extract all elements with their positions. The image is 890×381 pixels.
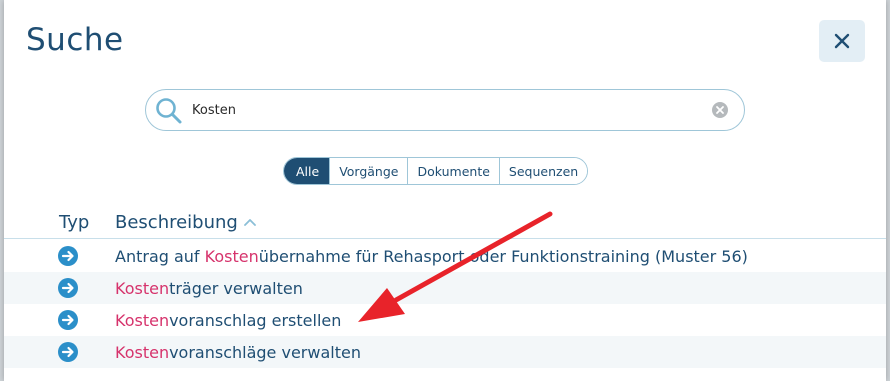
filter-all[interactable]: Alle (284, 158, 330, 184)
table-row[interactable]: Kostenvoranschlag erstellen (4, 304, 886, 336)
dialog-title: Suche (26, 22, 124, 58)
search-field[interactable]: Kosten (145, 89, 745, 131)
row-rest: voranschlag erstellen (169, 310, 342, 330)
close-button[interactable] (819, 20, 865, 62)
row-match: Kosten (115, 278, 170, 298)
filter-dokumente[interactable]: Dokumente (407, 158, 499, 184)
table-row[interactable]: Antrag auf Kostenübernahme für Rehasport… (4, 240, 886, 272)
close-icon (834, 33, 850, 49)
table-row[interactable]: Kostenträger verwalten (4, 272, 886, 304)
row-description: Kostenträger verwalten (115, 279, 303, 298)
row-rest: träger verwalten (169, 278, 303, 298)
row-description: Kostenvoranschläge verwalten (115, 343, 361, 362)
filter-tabs: Alle Vorgänge Dokumente Sequenzen (283, 157, 589, 185)
arrow-right-circle-icon[interactable] (58, 342, 78, 362)
search-dialog: Suche Kosten Alle Vorgänge Dokumente Seq… (4, 0, 886, 381)
row-rest: voranschläge verwalten (169, 342, 361, 362)
search-icon (156, 98, 182, 124)
header-divider (4, 238, 886, 239)
row-rest: übernahme für Rehasport oder Funktionstr… (258, 246, 748, 266)
arrow-right-circle-icon[interactable] (58, 310, 78, 330)
chevron-up-icon[interactable] (243, 217, 257, 227)
search-input[interactable]: Kosten (192, 103, 236, 118)
column-header-beschreibung[interactable]: Beschreibung (115, 212, 238, 233)
filter-sequenzen[interactable]: Sequenzen (498, 158, 588, 184)
row-description: Antrag auf Kostenübernahme für Rehasport… (115, 247, 748, 266)
row-match: Kosten (115, 342, 170, 362)
row-match: Kosten (115, 310, 170, 330)
clear-icon[interactable] (712, 102, 728, 118)
row-prefix: Antrag auf (115, 246, 205, 266)
column-header-typ[interactable]: Typ (59, 212, 89, 233)
filter-vorgaenge[interactable]: Vorgänge (329, 158, 408, 184)
arrow-right-circle-icon[interactable] (58, 278, 78, 298)
row-match: Kosten (204, 246, 259, 266)
arrow-right-circle-icon[interactable] (58, 246, 78, 266)
results-list: Antrag auf Kostenübernahme für Rehasport… (4, 240, 886, 368)
row-description: Kostenvoranschlag erstellen (115, 311, 341, 330)
table-row[interactable]: Kostenvoranschläge verwalten (4, 336, 886, 368)
